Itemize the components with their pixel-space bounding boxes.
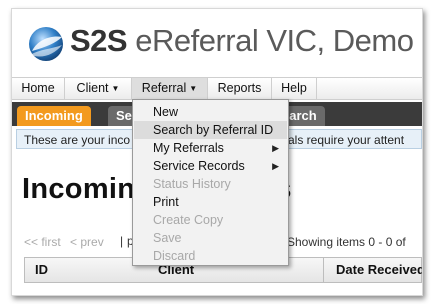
menu-item-label: New — [153, 105, 179, 119]
menu-item-my-referrals[interactable]: My Referrals ▶ — [134, 139, 287, 157]
s2s-logo-icon — [29, 27, 63, 61]
menu-item-status-history[interactable]: Status History — [134, 175, 287, 193]
menu-item-label: Create Copy — [153, 213, 224, 227]
pager-first-link[interactable]: << first — [24, 235, 61, 249]
notice-text-right: rals require your attent — [284, 133, 405, 147]
app-title: S2S eReferral VIC, Demo — [70, 23, 414, 59]
menu-help[interactable]: Help — [272, 78, 317, 99]
page-title: Incomin ls — [22, 173, 291, 206]
brand-prefix: S2S — [70, 23, 128, 58]
menu-help-label: Help — [281, 81, 307, 95]
menu-item-save[interactable]: Save — [134, 229, 287, 247]
pager-separator: | — [120, 234, 124, 248]
brand-title: eReferral VIC, Demo — [135, 23, 414, 58]
chevron-right-icon: ▶ — [272, 143, 279, 153]
chevron-down-icon: ▼ — [111, 84, 120, 93]
menu-client[interactable]: Client ▼ — [65, 78, 132, 99]
page-title-left: Incomin — [22, 173, 136, 205]
notice-text-left: These are your inco — [24, 133, 131, 147]
pager: << first < prev — [24, 235, 110, 249]
menu-item-print[interactable]: Print — [134, 193, 287, 211]
menu-reports-label: Reports — [217, 81, 262, 95]
tab-incoming[interactable]: Incoming — [17, 106, 91, 126]
menu-item-label: Print — [153, 195, 179, 209]
menu-item-service-records[interactable]: Service Records ▶ — [134, 157, 287, 175]
column-header-id[interactable]: ID — [35, 258, 48, 282]
chevron-down-icon: ▼ — [189, 84, 198, 93]
app-window: S2S eReferral VIC, Demo Home Client ▼ Ref… — [11, 8, 423, 296]
menu-item-label: My Referrals — [153, 141, 224, 155]
menu-reports[interactable]: Reports — [208, 78, 272, 99]
menu-home-label: Home — [21, 81, 55, 95]
menu-client-label: Client — [76, 81, 109, 95]
pager-item-count: Showing items 0 - 0 of — [287, 235, 406, 249]
menu-item-label: Service Records — [153, 159, 245, 173]
pager-prev-link[interactable]: < prev — [70, 235, 104, 249]
column-header-date-received[interactable]: Date Received — [323, 258, 422, 282]
menu-item-new[interactable]: New — [134, 103, 287, 121]
chevron-right-icon: ▶ — [272, 161, 279, 171]
menu-item-label: Search by Referral ID — [153, 123, 274, 137]
menu-item-search-by-referral-id[interactable]: Search by Referral ID — [134, 121, 287, 139]
header: S2S eReferral VIC, Demo — [12, 9, 422, 75]
menu-home[interactable]: Home — [12, 78, 65, 99]
menu-referral-label: Referral — [141, 81, 187, 95]
menu-item-label: Discard — [153, 249, 196, 263]
referral-dropdown-menu: New Search by Referral ID My Referrals ▶ … — [132, 99, 289, 266]
menu-item-label: Status History — [153, 177, 231, 191]
menu-referral[interactable]: Referral ▼ — [132, 78, 208, 99]
menu-bar: Home Client ▼ Referral ▼ Reports Help — [12, 77, 422, 100]
menu-item-create-copy[interactable]: Create Copy — [134, 211, 287, 229]
menu-item-label: Save — [153, 231, 182, 245]
menu-item-discard[interactable]: Discard — [134, 247, 287, 265]
